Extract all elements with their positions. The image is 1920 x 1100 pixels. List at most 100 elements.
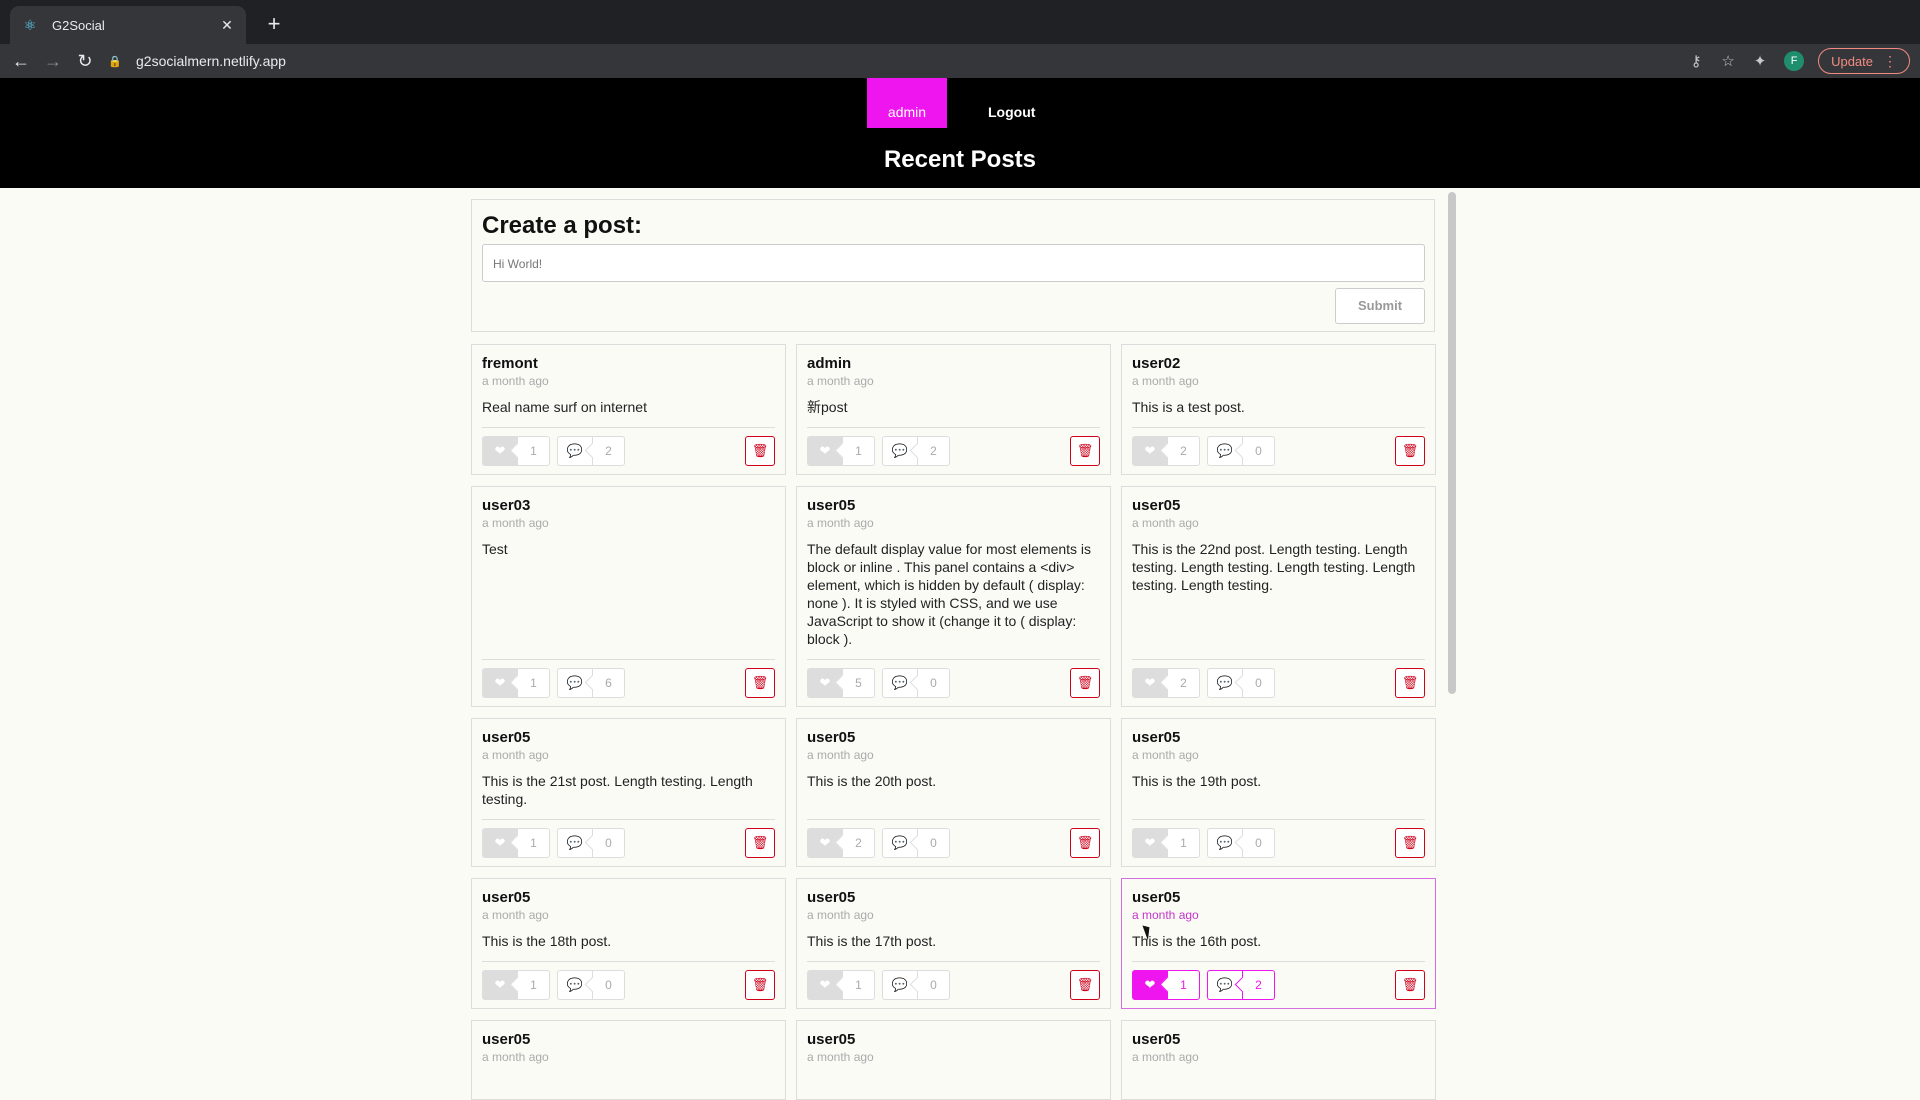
- like-button[interactable]: ❤ 2: [807, 828, 875, 858]
- update-button[interactable]: Update ⋮: [1818, 48, 1910, 74]
- post-timestamp: a month ago: [807, 908, 874, 922]
- trash-icon: 🗑: [1076, 443, 1094, 458]
- back-icon[interactable]: ←: [9, 49, 33, 73]
- like-button[interactable]: ❤ 1: [1132, 970, 1200, 1000]
- post-author[interactable]: user05: [807, 889, 855, 906]
- delete-button[interactable]: 🗑: [1395, 668, 1425, 698]
- delete-button[interactable]: 🗑: [745, 668, 775, 698]
- post-content: This is the 22nd post. Length testing. L…: [1132, 541, 1416, 593]
- address-bar[interactable]: 🔒 g2socialmern.netlify.app: [108, 48, 1780, 74]
- post-footer: ❤ 1 💬 0 🗑: [482, 819, 775, 866]
- post-timestamp: a month ago: [1132, 374, 1199, 388]
- post-card: user05 a month ago This is the 20th post…: [796, 718, 1111, 867]
- post-footer: ❤ 1 💬 0 🗑: [482, 961, 775, 1008]
- menu-dots-icon: ⋮: [1883, 52, 1897, 69]
- comment-button[interactable]: 💬 0: [1207, 828, 1275, 858]
- close-tab-icon[interactable]: ✕: [218, 17, 236, 34]
- delete-button[interactable]: 🗑: [1070, 828, 1100, 858]
- like-button[interactable]: ❤ 2: [1132, 436, 1200, 466]
- delete-button[interactable]: 🗑: [1070, 436, 1100, 466]
- trash-icon: 🗑: [751, 443, 769, 458]
- delete-button[interactable]: 🗑: [745, 970, 775, 1000]
- comment-button[interactable]: 💬 2: [1207, 970, 1275, 1000]
- like-button[interactable]: ❤ 1: [807, 970, 875, 1000]
- trash-icon: 🗑: [1401, 977, 1419, 992]
- tab-strip: ⚛ G2Social ✕ +: [0, 0, 1920, 44]
- post-author[interactable]: user05: [1132, 729, 1180, 746]
- comment-button[interactable]: 💬 2: [557, 436, 625, 466]
- delete-button[interactable]: 🗑: [745, 828, 775, 858]
- comment-button[interactable]: 💬 0: [882, 828, 950, 858]
- post-author[interactable]: user05: [807, 1031, 855, 1048]
- comment-button[interactable]: 💬 6: [557, 668, 625, 698]
- comment-button[interactable]: 💬 0: [557, 970, 625, 1000]
- post-footer: ❤ 1 💬 2 🗑: [1132, 961, 1425, 1008]
- post-author[interactable]: fremont: [482, 355, 538, 372]
- post-card: fremont a month ago Real name surf on in…: [471, 344, 786, 475]
- comment-button[interactable]: 💬 0: [1207, 668, 1275, 698]
- new-tab-button[interactable]: +: [262, 12, 286, 36]
- like-button[interactable]: ❤ 1: [807, 436, 875, 466]
- post-author[interactable]: user05: [1132, 889, 1180, 906]
- like-button[interactable]: ❤ 2: [1132, 668, 1200, 698]
- post-content: 新post: [807, 399, 848, 415]
- like-button[interactable]: ❤ 5: [807, 668, 875, 698]
- comment-button[interactable]: 💬 2: [882, 436, 950, 466]
- like-button[interactable]: ❤ 1: [482, 828, 550, 858]
- lock-icon: 🔒: [108, 55, 122, 68]
- post-card: user05 a month ago The default display v…: [796, 486, 1111, 707]
- post-content: This is the 17th post.: [807, 933, 937, 949]
- forward-icon[interactable]: →: [41, 49, 65, 73]
- post-author[interactable]: user05: [807, 497, 855, 514]
- scrollbar[interactable]: [1447, 190, 1457, 1080]
- browser-tab[interactable]: ⚛ G2Social ✕: [10, 6, 246, 44]
- post-author[interactable]: user05: [482, 729, 530, 746]
- submit-button[interactable]: Submit: [1335, 288, 1425, 324]
- like-count: 2: [842, 828, 875, 858]
- post-content: This is a test post.: [1132, 399, 1245, 415]
- scrollbar-thumb[interactable]: [1448, 192, 1456, 694]
- post-author[interactable]: user05: [1132, 497, 1180, 514]
- key-icon[interactable]: ⚷: [1684, 52, 1708, 70]
- profile-avatar[interactable]: F: [1784, 51, 1805, 71]
- reload-icon[interactable]: ↻: [73, 49, 97, 73]
- comment-button[interactable]: 💬 0: [882, 668, 950, 698]
- comment-button[interactable]: 💬 0: [557, 828, 625, 858]
- delete-button[interactable]: 🗑: [1070, 970, 1100, 1000]
- post-timestamp: a month ago: [482, 1050, 549, 1064]
- app-header: admin Logout Recent Posts: [0, 78, 1920, 188]
- post-card: user02 a month ago This is a test post. …: [1121, 344, 1436, 475]
- comment-count: 2: [917, 436, 950, 466]
- star-icon[interactable]: ☆: [1716, 52, 1740, 70]
- delete-button[interactable]: 🗑: [1070, 668, 1100, 698]
- post-author[interactable]: user03: [482, 497, 530, 514]
- like-count: 2: [1167, 668, 1200, 698]
- post-author[interactable]: user05: [482, 1031, 530, 1048]
- trash-icon: 🗑: [1076, 977, 1094, 992]
- comment-count: 0: [592, 828, 625, 858]
- delete-button[interactable]: 🗑: [1395, 828, 1425, 858]
- comment-button[interactable]: 💬 0: [1207, 436, 1275, 466]
- post-footer: ❤ 1 💬 6 🗑: [482, 659, 775, 706]
- like-button[interactable]: ❤ 1: [482, 970, 550, 1000]
- delete-button[interactable]: 🗑: [1395, 970, 1425, 1000]
- extensions-icon[interactable]: ✦: [1748, 52, 1772, 70]
- like-button[interactable]: ❤ 1: [1132, 828, 1200, 858]
- comment-count: 0: [917, 668, 950, 698]
- comment-button[interactable]: 💬 0: [882, 970, 950, 1000]
- browser-toolbar: ← → ↻ 🔒 g2socialmern.netlify.app ⚷ ☆ ✦ F…: [0, 44, 1920, 78]
- like-button[interactable]: ❤ 1: [482, 668, 550, 698]
- post-input[interactable]: Hi World!: [482, 244, 1425, 282]
- delete-button[interactable]: 🗑: [1395, 436, 1425, 466]
- delete-button[interactable]: 🗑: [745, 436, 775, 466]
- like-count: 1: [842, 436, 875, 466]
- post-author[interactable]: user05: [1132, 1031, 1180, 1048]
- comment-count: 0: [1242, 668, 1275, 698]
- nav-logout-link[interactable]: Logout: [988, 104, 1035, 120]
- post-author[interactable]: user05: [482, 889, 530, 906]
- like-button[interactable]: ❤ 1: [482, 436, 550, 466]
- post-author[interactable]: admin: [807, 355, 851, 372]
- nav-admin-link[interactable]: admin: [867, 78, 947, 128]
- post-author[interactable]: user05: [807, 729, 855, 746]
- post-author[interactable]: user02: [1132, 355, 1180, 372]
